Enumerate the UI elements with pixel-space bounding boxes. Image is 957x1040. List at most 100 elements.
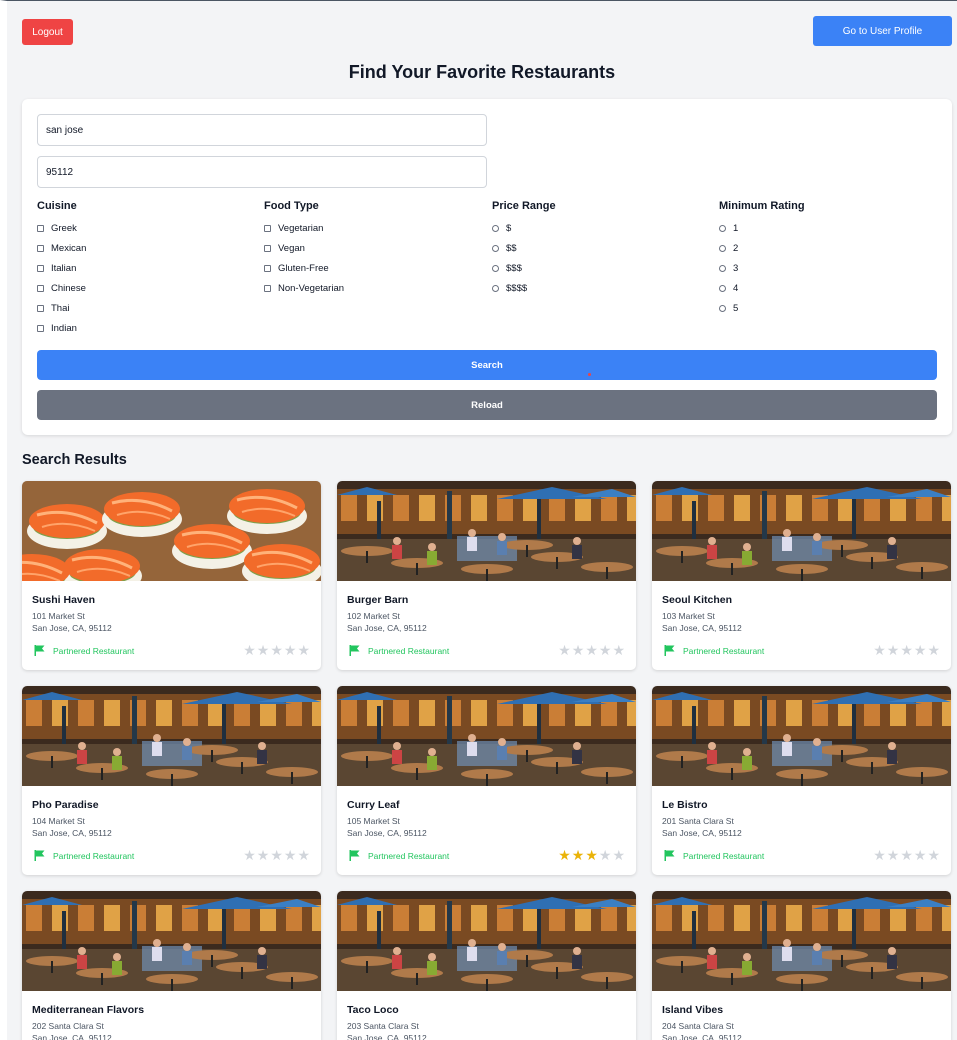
star-icon[interactable]: ★ xyxy=(558,643,571,657)
star-rating[interactable]: ★ ★ ★ ★ ★ xyxy=(558,848,625,862)
star-icon[interactable]: ★ xyxy=(900,848,913,862)
radio-button[interactable] xyxy=(492,264,499,272)
restaurant-card[interactable]: Sushi Haven 101 Market St San Jose, CA, 95… xyxy=(22,481,321,670)
cuisine-option[interactable]: Greek xyxy=(37,218,257,238)
food-type-option[interactable]: Non-Vegetarian xyxy=(264,278,484,298)
star-rating[interactable]: ★ ★ ★ ★ ★ xyxy=(873,643,940,657)
star-icon[interactable]: ★ xyxy=(243,643,256,657)
star-icon[interactable]: ★ xyxy=(585,848,598,862)
star-icon[interactable]: ★ xyxy=(927,643,940,657)
restaurant-card[interactable]: Pho Paradise 104 Market St San Jose, CA, 9… xyxy=(22,686,321,875)
cuisine-option[interactable]: Thai xyxy=(37,298,257,318)
star-icon[interactable]: ★ xyxy=(572,643,585,657)
star-rating[interactable]: ★ ★ ★ ★ ★ xyxy=(873,848,940,862)
star-icon[interactable]: ★ xyxy=(927,848,940,862)
user-profile-button[interactable]: Go to User Profile xyxy=(813,16,952,46)
checkbox[interactable] xyxy=(264,224,271,232)
star-icon[interactable]: ★ xyxy=(572,848,585,862)
restaurant-card[interactable]: Taco Loco 203 Santa Clara St San Jose, CA,… xyxy=(337,891,636,1040)
filter-groups: Cuisine Greek Mexican Italian Chinese Thai In… xyxy=(37,200,947,340)
radio-button[interactable] xyxy=(719,244,726,252)
star-icon[interactable]: ★ xyxy=(257,848,270,862)
star-icon[interactable]: ★ xyxy=(558,848,571,862)
price-range-option[interactable]: $$$ xyxy=(492,258,712,278)
star-icon[interactable]: ★ xyxy=(599,848,612,862)
checkbox[interactable] xyxy=(37,284,44,292)
star-icon[interactable]: ★ xyxy=(585,643,598,657)
cuisine-option[interactable]: Mexican xyxy=(37,238,257,258)
minimum-rating-option[interactable]: 1 xyxy=(719,218,939,238)
restaurant-name[interactable]: Mediterranean Flavors xyxy=(32,1004,144,1016)
star-rating[interactable]: ★ ★ ★ ★ ★ xyxy=(243,643,310,657)
radio-button[interactable] xyxy=(719,224,726,232)
star-icon[interactable]: ★ xyxy=(297,848,310,862)
food-type-option[interactable]: Vegetarian xyxy=(264,218,484,238)
star-icon[interactable]: ★ xyxy=(873,643,886,657)
restaurant-name[interactable]: Burger Barn xyxy=(347,594,408,606)
checkbox[interactable] xyxy=(264,264,271,272)
star-icon[interactable]: ★ xyxy=(887,848,900,862)
checkbox[interactable] xyxy=(37,264,44,272)
star-icon[interactable]: ★ xyxy=(887,643,900,657)
star-rating[interactable]: ★ ★ ★ ★ ★ xyxy=(243,848,310,862)
star-icon[interactable]: ★ xyxy=(284,848,297,862)
star-icon[interactable]: ★ xyxy=(243,848,256,862)
star-icon[interactable]: ★ xyxy=(914,643,927,657)
restaurant-name[interactable]: Curry Leaf xyxy=(347,799,400,811)
restaurant-name[interactable]: Island Vibes xyxy=(662,1004,723,1016)
food-type-option[interactable]: Gluten-Free xyxy=(264,258,484,278)
partnered-label: Partnered Restaurant xyxy=(53,850,135,861)
radio-button[interactable] xyxy=(719,304,726,312)
search-button[interactable]: Search xyxy=(37,350,937,380)
minimum-rating-option[interactable]: 4 xyxy=(719,278,939,298)
star-icon[interactable]: ★ xyxy=(914,848,927,862)
checkbox[interactable] xyxy=(37,324,44,332)
star-icon[interactable]: ★ xyxy=(900,643,913,657)
cuisine-option[interactable]: Chinese xyxy=(37,278,257,298)
checkbox[interactable] xyxy=(264,284,271,292)
cuisine-option[interactable]: Indian xyxy=(37,318,257,338)
radio-button[interactable] xyxy=(719,264,726,272)
star-icon[interactable]: ★ xyxy=(257,643,270,657)
star-rating[interactable]: ★ ★ ★ ★ ★ xyxy=(558,643,625,657)
food-type-option[interactable]: Vegan xyxy=(264,238,484,258)
minimum-rating-option[interactable]: 5 xyxy=(719,298,939,318)
radio-button[interactable] xyxy=(492,244,499,252)
checkbox[interactable] xyxy=(37,224,44,232)
star-icon[interactable]: ★ xyxy=(297,643,310,657)
price-range-option[interactable]: $ xyxy=(492,218,712,238)
city-input[interactable] xyxy=(37,114,487,146)
star-icon[interactable]: ★ xyxy=(284,643,297,657)
radio-button[interactable] xyxy=(492,224,499,232)
star-icon[interactable]: ★ xyxy=(873,848,886,862)
star-icon[interactable]: ★ xyxy=(270,643,283,657)
reload-button[interactable]: Reload xyxy=(37,390,937,420)
price-range-option[interactable]: $$$$ xyxy=(492,278,712,298)
logout-button[interactable]: Logout xyxy=(22,19,73,45)
restaurant-name[interactable]: Sushi Haven xyxy=(32,594,95,606)
restaurant-card[interactable]: Seoul Kitchen 103 Market St San Jose, CA, … xyxy=(652,481,951,670)
minimum-rating-option[interactable]: 3 xyxy=(719,258,939,278)
star-icon[interactable]: ★ xyxy=(599,643,612,657)
star-icon[interactable]: ★ xyxy=(270,848,283,862)
price-range-option[interactable]: $$ xyxy=(492,238,712,258)
restaurant-card[interactable]: Le Bistro 201 Santa Clara St San Jose, CA,… xyxy=(652,686,951,875)
restaurant-name[interactable]: Pho Paradise xyxy=(32,799,99,811)
restaurant-card[interactable]: Curry Leaf 105 Market St San Jose, CA, 951… xyxy=(337,686,636,875)
radio-button[interactable] xyxy=(719,284,726,292)
restaurant-name[interactable]: Taco Loco xyxy=(347,1004,399,1016)
restaurant-name[interactable]: Seoul Kitchen xyxy=(662,594,732,606)
restaurant-card[interactable]: Island Vibes 204 Santa Clara St San Jose, … xyxy=(652,891,951,1040)
restaurant-card[interactable]: Burger Barn 102 Market St San Jose, CA, 95… xyxy=(337,481,636,670)
zip-code-input[interactable] xyxy=(37,156,487,188)
radio-button[interactable] xyxy=(492,284,499,292)
checkbox[interactable] xyxy=(37,304,44,312)
cuisine-option[interactable]: Italian xyxy=(37,258,257,278)
minimum-rating-option[interactable]: 2 xyxy=(719,238,939,258)
star-icon[interactable]: ★ xyxy=(612,848,625,862)
restaurant-card[interactable]: Mediterranean Flavors 202 Santa Clara St S… xyxy=(22,891,321,1040)
checkbox[interactable] xyxy=(37,244,44,252)
star-icon[interactable]: ★ xyxy=(612,643,625,657)
restaurant-name[interactable]: Le Bistro xyxy=(662,799,708,811)
checkbox[interactable] xyxy=(264,244,271,252)
